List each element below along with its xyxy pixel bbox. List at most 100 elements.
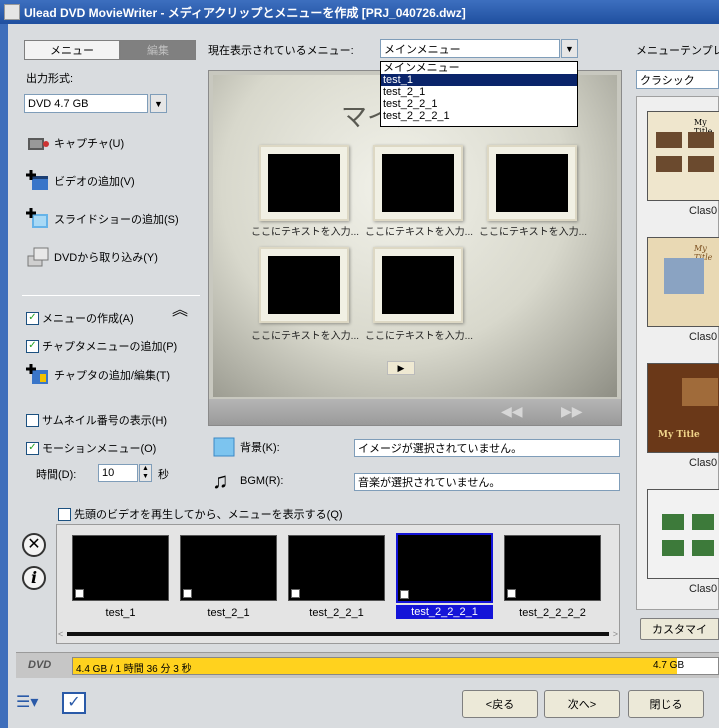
template-title-text: My Title <box>658 430 700 440</box>
next-icon[interactable]: ▶▶ <box>561 403 583 420</box>
close-button[interactable]: 閉じる <box>628 690 704 718</box>
background-field[interactable]: イメージが選択されていません。 <box>354 439 620 457</box>
template-thumbnail[interactable]: My Title <box>647 237 719 327</box>
template-thumbnail[interactable]: My Title <box>647 363 719 453</box>
background-button[interactable]: 背景(K): <box>212 436 280 458</box>
bgm-button[interactable]: ♫ BGM(R): <box>212 470 283 492</box>
show-thumb-number-label: サムネイル番号の表示(H) <box>42 415 168 427</box>
import-dvd-label: DVDから取り込み(Y) <box>54 252 158 264</box>
template-thumbnail[interactable] <box>647 489 719 579</box>
chapter-thumbnail[interactable] <box>288 535 385 601</box>
window-left-border <box>0 24 8 728</box>
next-label: 次へ> <box>567 699 597 711</box>
add-video-button[interactable]: ビデオの追加(V) <box>26 170 135 192</box>
time-value: 10 <box>102 467 115 479</box>
thumbnail-caption[interactable]: ここにテキストを入力... <box>363 223 475 238</box>
template-thumbnail[interactable]: My Title <box>647 111 719 201</box>
output-format-select[interactable]: DVD 4.7 GB <box>24 94 148 113</box>
thumbnail-caption[interactable]: ここにテキストを入力... <box>477 223 589 238</box>
disk-usage-track: 4.4 GB / 1 時間 36 分 3 秒 4.7 GB <box>72 657 719 675</box>
spinner-up-icon[interactable]: ▲ <box>140 465 151 473</box>
time-input[interactable]: 10 <box>98 464 138 482</box>
next-page-icon[interactable]: ▶ <box>387 361 415 375</box>
dropdown-option-selected[interactable]: test_1 <box>381 74 577 86</box>
view-options-icon[interactable]: ☰▾ <box>16 692 50 714</box>
preview-thumbnail[interactable] <box>373 145 463 221</box>
preview-thumbnail[interactable] <box>373 247 463 323</box>
capture-button[interactable]: キャプチャ(U) <box>26 132 124 154</box>
chapter-label[interactable]: test_2_2_1 <box>288 607 385 619</box>
time-label: 時間(D): <box>36 469 77 481</box>
template-photo <box>692 540 714 556</box>
current-menu-label: 現在表示されているメニュー: <box>208 45 354 57</box>
chapter-label[interactable]: test_2_1 <box>180 607 277 619</box>
add-video-icon <box>26 170 50 192</box>
music-note-icon: ♫ <box>212 468 229 493</box>
dropdown-option[interactable]: test_2_1 <box>381 86 577 98</box>
check-icon[interactable]: ✓ <box>62 692 86 714</box>
import-dvd-button[interactable]: DVDから取り込み(Y) <box>26 246 158 268</box>
scroll-right-icon[interactable]: > <box>613 629 618 639</box>
info-icon[interactable]: i <box>22 566 46 590</box>
time-spinner[interactable]: ▲ ▼ <box>139 464 152 482</box>
create-menu-checkbox[interactable]: ✓ メニューの作成(A) <box>26 310 134 326</box>
add-edit-chapter-label: チャプタの追加/編集(T) <box>54 370 170 382</box>
current-menu-dropdown-button[interactable]: ▼ <box>561 39 578 58</box>
output-format-value: DVD 4.7 GB <box>28 97 89 110</box>
show-thumb-number-checkbox[interactable]: サムネイル番号の表示(H) <box>26 412 167 428</box>
customize-button[interactable]: カスタマイ <box>640 618 719 640</box>
add-chapter-menu-label: チャプタメニューの追加(P) <box>42 341 178 353</box>
template-photo <box>656 156 682 172</box>
disk-type-label: DVD <box>28 659 52 671</box>
collapse-up-icon[interactable]: ︽ <box>172 303 188 319</box>
spinner-down-icon[interactable]: ▼ <box>140 473 151 481</box>
motion-menu-checkbox[interactable]: ✓ モーションメニュー(O) <box>26 440 156 456</box>
bgm-value: 音楽が選択されていません。 <box>358 477 501 489</box>
checkmark-icon: ✓ <box>26 311 39 325</box>
chapter-scrollbar[interactable]: < > <box>58 628 618 640</box>
film-icon <box>75 589 84 598</box>
output-format-dropdown-button[interactable]: ▼ <box>150 94 167 113</box>
add-chapter-menu-checkbox[interactable]: ✓ チャプタメニューの追加(P) <box>26 338 177 354</box>
add-edit-chapter-button[interactable]: チャプタの追加/編集(T) <box>26 364 170 386</box>
back-button[interactable]: <戻る <box>462 690 538 718</box>
current-menu-select[interactable]: メインメニュー <box>380 39 560 58</box>
thumbnail-caption[interactable]: ここにテキストを入力... <box>363 327 475 342</box>
chapter-thumbnail[interactable] <box>72 535 169 601</box>
checkmark-icon: ✓ <box>26 441 39 455</box>
chapter-thumbnail[interactable] <box>504 535 601 601</box>
current-menu-dropdown-list[interactable]: メインメニュー test_1 test_2_1 test_2_2_1 test_… <box>380 61 578 127</box>
thumbnail-caption[interactable]: ここにテキストを入力... <box>249 223 361 238</box>
chapter-thumbnail-selected[interactable] <box>396 533 493 603</box>
preview-thumbnail[interactable] <box>259 247 349 323</box>
film-icon <box>291 589 300 598</box>
tab-edit[interactable]: 編集 <box>120 40 196 60</box>
scrollbar-thumb[interactable] <box>67 632 609 636</box>
chapter-thumbnail[interactable] <box>180 535 277 601</box>
tab-menu[interactable]: メニュー <box>24 40 120 60</box>
chapter-label[interactable]: test_1 <box>72 607 169 619</box>
chapter-label-selected[interactable]: test_2_2_2_1 <box>396 605 493 619</box>
delete-icon[interactable]: ✕ <box>22 533 46 557</box>
template-category-select[interactable]: クラシック <box>636 70 719 89</box>
back-label: <戻る <box>485 699 515 711</box>
dropdown-option[interactable]: test_2_2_2_1 <box>381 110 577 122</box>
add-slideshow-button[interactable]: スライドショーの追加(S) <box>26 208 179 230</box>
bgm-field[interactable]: 音楽が選択されていません。 <box>354 473 620 491</box>
add-video-label: ビデオの追加(V) <box>54 176 135 188</box>
play-first-checkbox[interactable]: 先頭のビデオを再生してから、メニューを表示する(Q) <box>58 506 343 522</box>
disk-capacity-text: 4.7 GB <box>653 660 685 671</box>
dropdown-option[interactable]: メインメニュー <box>381 62 577 74</box>
film-icon <box>507 589 516 598</box>
scroll-left-icon[interactable]: < <box>58 629 63 639</box>
next-button[interactable]: 次へ> <box>544 690 620 718</box>
chapter-label[interactable]: test_2_2_2_2 <box>504 607 601 619</box>
thumbnail-caption[interactable]: ここにテキストを入力... <box>249 327 361 342</box>
template-photo <box>656 132 682 148</box>
previous-icon[interactable]: ◀◀ <box>501 403 523 420</box>
template-photo <box>662 514 684 530</box>
dropdown-option[interactable]: test_2_2_1 <box>381 98 577 110</box>
tab-menu-label: メニュー <box>50 45 94 57</box>
preview-thumbnail[interactable] <box>487 145 577 221</box>
preview-thumbnail[interactable] <box>259 145 349 221</box>
